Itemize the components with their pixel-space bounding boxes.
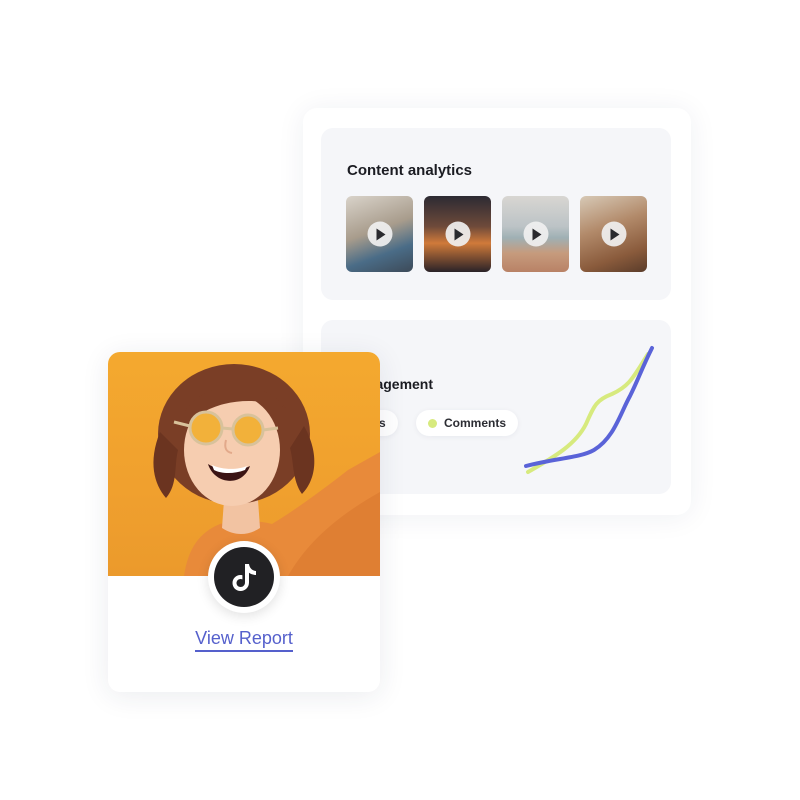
comments-chip[interactable]: Comments bbox=[416, 410, 519, 436]
video-thumbnail-2[interactable] bbox=[424, 196, 491, 272]
likes-trend-line bbox=[524, 346, 654, 468]
content-analytics-title: Content analytics bbox=[347, 162, 473, 179]
video-thumbnail-3[interactable] bbox=[502, 196, 569, 272]
video-thumbnail-4[interactable] bbox=[580, 196, 647, 272]
play-icon[interactable] bbox=[445, 221, 470, 247]
comments-legend-dot bbox=[428, 418, 437, 428]
video-thumbnails bbox=[346, 196, 647, 272]
comments-chip-label: Comments bbox=[444, 416, 507, 430]
tiktok-button[interactable] bbox=[208, 541, 280, 613]
video-thumbnail-1[interactable] bbox=[346, 196, 413, 272]
content-analytics-panel: Content analytics bbox=[321, 128, 671, 300]
play-icon[interactable] bbox=[367, 221, 392, 247]
engagement-trend-chart bbox=[524, 346, 654, 474]
profile-card: View Report bbox=[108, 352, 380, 692]
view-report-link[interactable]: View Report bbox=[108, 628, 380, 652]
play-icon[interactable] bbox=[523, 221, 548, 247]
view-report-label: View Report bbox=[195, 628, 293, 652]
tiktok-glyph bbox=[232, 564, 256, 591]
tiktok-icon bbox=[214, 547, 274, 607]
play-icon[interactable] bbox=[601, 221, 626, 247]
